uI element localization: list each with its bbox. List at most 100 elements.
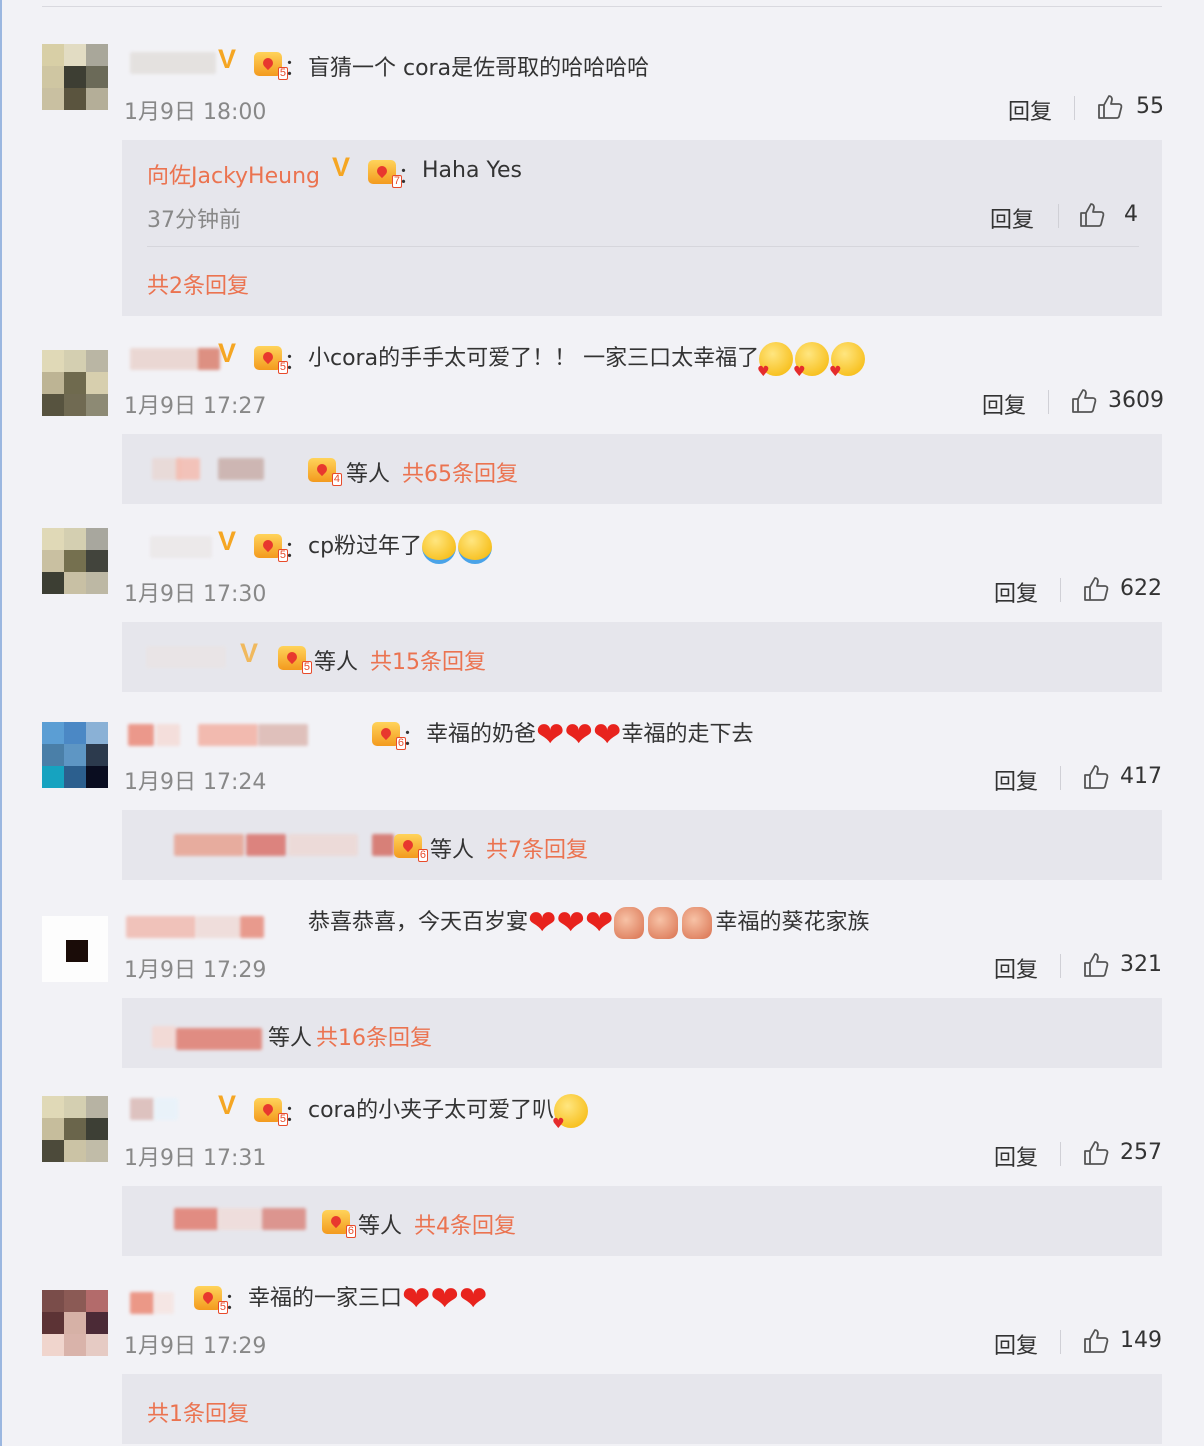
username-blurred[interactable] [154, 1098, 178, 1120]
verified-v-icon: V [218, 44, 237, 74]
avatar[interactable] [42, 528, 108, 594]
heart-emoji: ❤ [556, 903, 586, 943]
reply-button[interactable]: 回复 [982, 388, 1026, 420]
comment-time: 1月9日 17:27 [124, 394, 267, 419]
thumbs-up-icon[interactable] [1082, 1139, 1110, 1167]
avatar[interactable] [42, 350, 108, 416]
avatar[interactable] [42, 44, 108, 110]
reply-button[interactable]: 回复 [994, 1328, 1038, 1360]
like-count: 257 [1120, 1140, 1162, 1165]
love-face-emoji [757, 342, 794, 380]
comment-time: 1月9日 18:00 [124, 100, 267, 125]
thumbs-up-icon[interactable] [1082, 763, 1110, 791]
like-count: 149 [1120, 1328, 1162, 1353]
thumbs-up-icon[interactable] [1078, 201, 1106, 229]
thumbs-up-icon[interactable] [1096, 93, 1124, 121]
divider [1060, 578, 1061, 602]
username-blurred[interactable] [240, 916, 264, 938]
reply-box: 共1条回复 [122, 1374, 1162, 1444]
heart-emoji: ❤ [593, 715, 622, 755]
thumbs-up-icon[interactable] [1082, 1327, 1110, 1355]
reply-etc: 等人 [346, 462, 391, 487]
more-replies-link[interactable]: 共65条回复 [402, 456, 518, 488]
username-blurred[interactable] [198, 348, 220, 370]
username-blurred[interactable] [146, 646, 226, 668]
username-blurred[interactable] [372, 834, 394, 856]
username-blurred[interactable] [288, 834, 358, 856]
vip-crown-icon: 5 [278, 646, 312, 674]
heart-emoji: ❤ [536, 715, 565, 755]
username-blurred[interactable] [246, 834, 286, 856]
colon: ： [284, 538, 307, 563]
more-replies-link[interactable]: 共2条回复 [147, 268, 249, 300]
username-blurred[interactable] [156, 724, 180, 746]
username-blurred[interactable] [174, 1208, 218, 1230]
reply-box: 4 等人 共65条回复 [122, 434, 1162, 504]
heart-emoji: ❤ [564, 715, 594, 755]
reply-etc: 等人 [268, 1026, 313, 1051]
username-blurred[interactable] [174, 834, 244, 856]
avatar[interactable] [42, 1096, 108, 1162]
verified-v-icon: V [218, 526, 237, 556]
thumbs-up-icon[interactable] [1070, 387, 1098, 415]
username-blurred[interactable] [218, 458, 264, 480]
reply-button[interactable]: 回复 [994, 952, 1038, 984]
window-edge [0, 0, 2, 1446]
comment-time: 1月9日 17:30 [124, 582, 267, 607]
more-replies-link[interactable]: 共7条回复 [486, 832, 588, 864]
colon: ： [224, 1290, 247, 1315]
username-blurred[interactable] [130, 1098, 154, 1120]
username-blurred[interactable] [198, 724, 258, 746]
username-blurred[interactable] [176, 458, 200, 480]
username-blurred[interactable] [130, 52, 216, 74]
username-blurred[interactable] [152, 1026, 176, 1048]
comment-text: 小cora的手手太可爱了！！ 一家三口太幸福了 [308, 340, 867, 380]
reply-button[interactable]: 回复 [994, 576, 1038, 608]
reply-button[interactable]: 回复 [990, 202, 1034, 234]
divider [1048, 390, 1049, 414]
reply-username[interactable]: 向佐JackyHeung [147, 158, 320, 190]
divider [1060, 1330, 1061, 1354]
thumbs-up-icon[interactable] [1082, 951, 1110, 979]
verified-v-icon: V [218, 1090, 237, 1120]
vip-crown-icon: 6 [322, 1210, 356, 1238]
comment-time: 1月9日 17:24 [124, 770, 267, 795]
comment-time: 1月9日 17:29 [124, 1334, 267, 1359]
username-blurred[interactable] [128, 724, 154, 746]
username-blurred[interactable] [262, 1208, 306, 1230]
reply-etc: 等人 [314, 650, 359, 675]
heart-emoji: ❤ [528, 903, 557, 943]
username-blurred[interactable] [130, 1292, 154, 1314]
username-blurred[interactable] [218, 1208, 262, 1230]
comment-text: 恭喜恭喜，今天百岁宴❤❤❤ 幸福的葵花家族 [308, 903, 870, 943]
username-blurred[interactable] [176, 1028, 262, 1050]
more-replies-link[interactable]: 共1条回复 [147, 1396, 249, 1428]
username-blurred[interactable] [154, 1292, 174, 1314]
like-count: 55 [1136, 94, 1164, 119]
like-count: 622 [1120, 576, 1162, 601]
reply-button[interactable]: 回复 [994, 764, 1038, 796]
reply-button[interactable]: 回复 [994, 1140, 1038, 1172]
reply-box: V 5 等人 共15条回复 [122, 622, 1162, 692]
username-blurred[interactable] [126, 916, 196, 938]
username-blurred[interactable] [150, 536, 212, 558]
reply-button[interactable]: 回复 [1008, 94, 1052, 126]
avatar[interactable] [42, 916, 108, 982]
fist-emoji [647, 907, 678, 939]
divider [42, 6, 1162, 7]
fist-emoji [613, 907, 644, 939]
like-count: 321 [1120, 952, 1162, 977]
avatar[interactable] [42, 1290, 108, 1356]
divider [1058, 204, 1059, 228]
username-blurred[interactable] [196, 916, 240, 938]
thumbs-up-icon[interactable] [1082, 575, 1110, 603]
like-count: 417 [1120, 764, 1162, 789]
comment-text: cora的小夹子太可爱了叭 [308, 1092, 590, 1132]
username-blurred[interactable] [258, 724, 308, 746]
username-blurred[interactable] [130, 348, 200, 370]
heart-emoji: ❤ [402, 1279, 431, 1319]
more-replies-link[interactable]: 共4条回复 [414, 1208, 516, 1240]
more-replies-link[interactable]: 共15条回复 [370, 644, 486, 676]
avatar[interactable] [42, 722, 108, 788]
more-replies-link[interactable]: 共16条回复 [316, 1020, 432, 1052]
